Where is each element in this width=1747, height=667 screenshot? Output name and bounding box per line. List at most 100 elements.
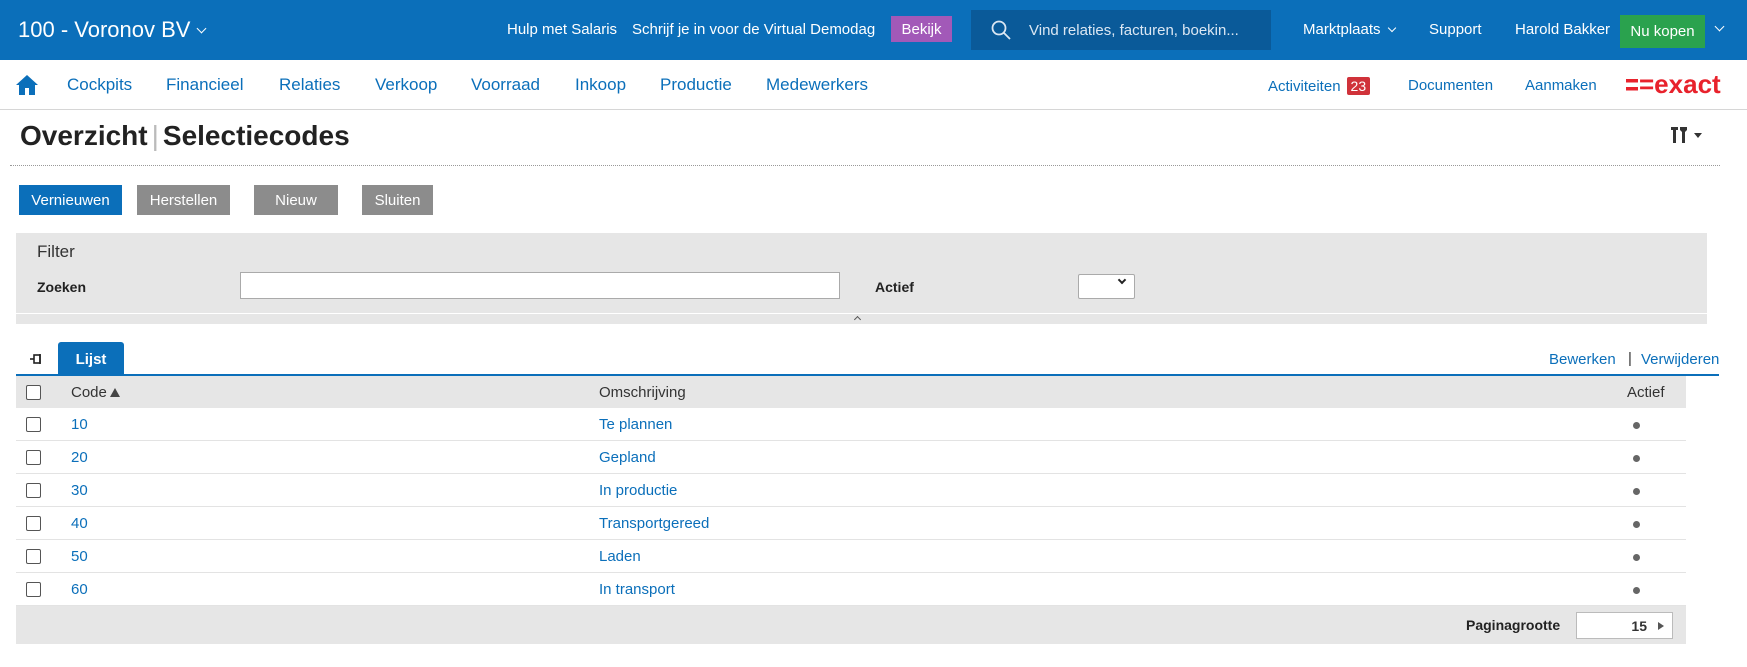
tools-menu-icon[interactable] — [1668, 124, 1708, 146]
active-indicator-icon — [1633, 455, 1640, 462]
action-separator: | — [1628, 350, 1632, 367]
page-size-value: 15 — [1631, 618, 1647, 634]
active-indicator-icon — [1633, 521, 1640, 528]
nav-item-verkoop[interactable]: Verkoop — [375, 75, 437, 95]
caret-right-icon[interactable] — [1658, 622, 1664, 630]
row-code-link[interactable]: 50 — [71, 548, 88, 565]
column-header-description[interactable]: Omschrijving — [599, 384, 686, 401]
table-row[interactable]: 30 In productie — [16, 474, 1686, 507]
chevron-up-icon — [853, 315, 862, 324]
close-button[interactable]: Sluiten — [362, 185, 433, 215]
home-icon[interactable] — [15, 74, 39, 96]
page-size-input[interactable]: 15 — [1576, 612, 1673, 639]
row-code-link[interactable]: 30 — [71, 482, 88, 499]
row-code-link[interactable]: 20 — [71, 449, 88, 466]
chevron-down-icon — [197, 23, 207, 33]
top-bar: 100 - Voronov BV Hulp met Salaris Schrij… — [0, 0, 1747, 60]
table-row[interactable]: 60 In transport — [16, 573, 1686, 606]
activities-count-badge: 23 — [1346, 77, 1371, 95]
filter-search-input[interactable] — [240, 272, 840, 299]
table-row[interactable]: 40 Transportgereed — [16, 507, 1686, 540]
row-description-link[interactable]: In transport — [599, 581, 675, 598]
marketplace-label: Marktplaats — [1303, 21, 1381, 38]
row-description-link[interactable]: In productie — [599, 482, 677, 499]
table-footer: Paginagrootte 15 — [16, 606, 1686, 644]
row-code-link[interactable]: 60 — [71, 581, 88, 598]
table-row[interactable]: 50 Laden — [16, 540, 1686, 573]
row-code-link[interactable]: 40 — [71, 515, 88, 532]
main-nav: Cockpits Financieel Relaties Verkoop Voo… — [0, 60, 1747, 110]
buy-button[interactable]: Nu kopen — [1620, 15, 1705, 48]
table-row[interactable]: 20 Gepland — [16, 441, 1686, 474]
table-header: Code Omschrijving Actief — [16, 376, 1686, 408]
row-checkbox[interactable] — [26, 549, 41, 564]
table-row[interactable]: 10 Te plannen — [16, 408, 1686, 441]
promo-text: Schrijf je in voor de Virtual Demodag — [632, 21, 876, 38]
page-title: Overzicht | Selectiecodes — [20, 120, 350, 152]
search-label: Zoeken — [37, 279, 87, 295]
row-checkbox[interactable] — [26, 450, 41, 465]
chevron-down-icon[interactable] — [1714, 21, 1725, 32]
support-link[interactable]: Support — [1429, 21, 1482, 38]
search-icon — [991, 20, 1011, 40]
row-checkbox[interactable] — [26, 417, 41, 432]
new-button[interactable]: Nieuw — [254, 185, 338, 215]
nav-item-productie[interactable]: Productie — [660, 75, 732, 95]
marketplace-menu[interactable]: Marktplaats — [1303, 21, 1396, 38]
reset-button[interactable]: Herstellen — [137, 185, 230, 215]
row-description-link[interactable]: Laden — [599, 548, 641, 565]
nav-item-financieel[interactable]: Financieel — [166, 75, 244, 95]
exact-logo: =exact — [1626, 72, 1721, 98]
refresh-button[interactable]: Vernieuwen — [19, 185, 122, 215]
row-description-link[interactable]: Gepland — [599, 449, 656, 466]
global-search[interactable] — [971, 10, 1271, 50]
pin-icon[interactable] — [29, 352, 43, 366]
create-link[interactable]: Aanmaken — [1525, 77, 1597, 94]
selection-codes-table: Code Omschrijving Actief 10 Te plannen 20 G… — [16, 376, 1686, 606]
active-indicator-icon — [1633, 488, 1640, 495]
active-indicator-icon — [1633, 554, 1640, 561]
active-indicator-icon — [1633, 587, 1640, 594]
active-select[interactable] — [1078, 274, 1135, 299]
page-size-label: Paginagrootte — [1466, 617, 1561, 633]
chevron-down-icon — [1117, 275, 1127, 285]
nav-item-relaties[interactable]: Relaties — [279, 75, 340, 95]
row-checkbox[interactable] — [26, 516, 41, 531]
exact-logo-text: =exact — [1639, 72, 1721, 98]
filter-title: Filter — [37, 242, 75, 261]
company-name: 100 - Voronov BV — [18, 17, 191, 42]
column-header-code[interactable]: Code — [71, 384, 120, 401]
company-switcher[interactable]: 100 - Voronov BV — [18, 17, 207, 43]
code-header-label: Code — [71, 384, 107, 401]
tab-list[interactable]: Lijst — [58, 342, 124, 376]
nav-item-inkoop[interactable]: Inkoop — [575, 75, 626, 95]
row-code-link[interactable]: 10 — [71, 416, 88, 433]
row-description-link[interactable]: Transportgereed — [599, 515, 709, 532]
select-all-checkbox[interactable] — [26, 385, 41, 400]
promo-button[interactable]: Bekijk — [891, 16, 952, 42]
chevron-down-icon — [1387, 23, 1396, 32]
row-checkbox[interactable] — [26, 582, 41, 597]
activities-link[interactable]: Activiteiten 23 — [1268, 77, 1371, 95]
page-title-main: Overzicht — [20, 120, 148, 151]
active-indicator-icon — [1633, 422, 1640, 429]
nav-item-cockpits[interactable]: Cockpits — [67, 75, 132, 95]
row-checkbox[interactable] — [26, 483, 41, 498]
documents-link[interactable]: Documenten — [1408, 77, 1493, 94]
filter-collapse-toggle[interactable] — [16, 314, 1707, 324]
page-title-sub: Selectiecodes — [162, 120, 350, 151]
active-label: Actief — [875, 279, 914, 295]
sort-ascending-icon — [109, 388, 120, 397]
row-description-link[interactable]: Te plannen — [599, 416, 672, 433]
column-header-active[interactable]: Actief — [1627, 384, 1665, 401]
user-name[interactable]: Harold Bakker — [1515, 21, 1610, 38]
nav-item-voorraad[interactable]: Voorraad — [471, 75, 540, 95]
edit-link[interactable]: Bewerken — [1549, 351, 1616, 368]
nav-item-medewerkers[interactable]: Medewerkers — [766, 75, 868, 95]
filter-panel: Filter Zoeken Actief — [16, 233, 1707, 313]
title-separator: | — [151, 120, 159, 151]
title-divider — [10, 165, 1720, 166]
delete-link[interactable]: Verwijderen — [1641, 351, 1719, 368]
search-input[interactable] — [1029, 21, 1259, 39]
help-link[interactable]: Hulp met Salaris — [507, 21, 617, 38]
